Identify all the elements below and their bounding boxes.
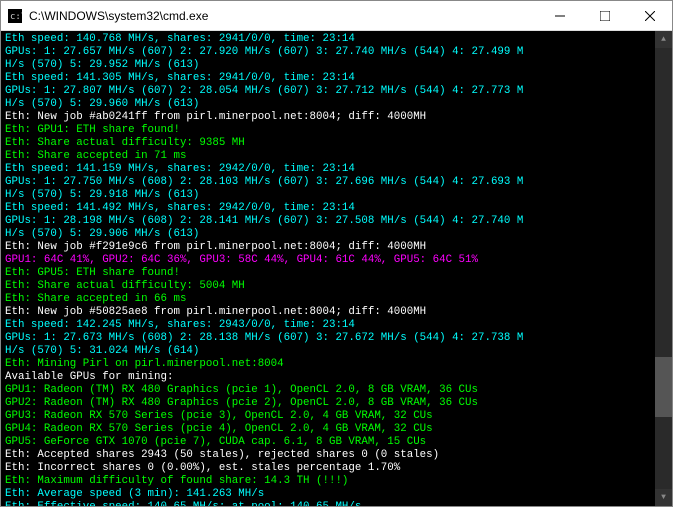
- terminal-line: GPUs: 1: 28.198 MH/s (608) 2: 28.141 MH/…: [5, 215, 651, 228]
- terminal-line: Eth: Share actual difficulty: 9385 MH: [5, 137, 651, 150]
- maximize-icon: [600, 11, 610, 21]
- terminal-line: GPUs: 1: 27.807 MH/s (607) 2: 28.054 MH/…: [5, 85, 651, 98]
- terminal-line: GPU5: GeForce GTX 1070 (pcie 7), CUDA ca…: [5, 436, 651, 449]
- terminal-line: GPU1: 64C 41%, GPU2: 64C 36%, GPU3: 58C …: [5, 254, 651, 267]
- terminal-line: GPU4: Radeon RX 570 Series (pcie 4), Ope…: [5, 423, 651, 436]
- terminal-line: Eth: Share accepted in 71 ms: [5, 150, 651, 163]
- terminal-line: Eth: New job #ab0241ff from pirl.minerpo…: [5, 111, 651, 124]
- vertical-scrollbar[interactable]: ▲ ▼: [655, 31, 672, 506]
- terminal-line: H/s (570) 5: 31.024 MH/s (614): [5, 345, 651, 358]
- terminal-line: Eth speed: 141.159 MH/s, shares: 2942/0/…: [5, 163, 651, 176]
- titlebar[interactable]: c:\ C:\WINDOWS\system32\cmd.exe: [1, 1, 672, 31]
- terminal-output[interactable]: Eth speed: 140.768 MH/s, shares: 2941/0/…: [1, 31, 655, 506]
- terminal-line: Eth: Incorrect shares 0 (0.00%), est. st…: [5, 462, 651, 475]
- terminal-line: H/s (570) 5: 29.952 MH/s (613): [5, 59, 651, 72]
- svg-text:c:\: c:\: [10, 12, 22, 22]
- terminal-line: Eth speed: 140.768 MH/s, shares: 2941/0/…: [5, 33, 651, 46]
- terminal-line: Eth: GPU5: ETH share found!: [5, 267, 651, 280]
- terminal-line: GPUs: 1: 27.673 MH/s (608) 2: 28.138 MH/…: [5, 332, 651, 345]
- terminal-line: Eth: Average speed (3 min): 141.263 MH/s: [5, 488, 651, 501]
- scroll-thumb[interactable]: [655, 357, 672, 417]
- minimize-icon: [555, 11, 565, 21]
- terminal-line: Eth: Share accepted in 66 ms: [5, 293, 651, 306]
- window-controls: [537, 1, 672, 30]
- terminal-line: Eth speed: 142.245 MH/s, shares: 2943/0/…: [5, 319, 651, 332]
- terminal-line: GPU2: Radeon (TM) RX 480 Graphics (pcie …: [5, 397, 651, 410]
- minimize-button[interactable]: [537, 1, 582, 30]
- scroll-track[interactable]: [655, 48, 672, 489]
- terminal-line: Eth: Effective speed: 140.65 MH/s; at po…: [5, 501, 651, 506]
- terminal-line: H/s (570) 5: 29.960 MH/s (613): [5, 98, 651, 111]
- terminal-line: Eth speed: 141.492 MH/s, shares: 2942/0/…: [5, 202, 651, 215]
- terminal-line: Eth: Mining Pirl on pirl.minerpool.net:8…: [5, 358, 651, 371]
- close-icon: [645, 11, 655, 21]
- window-title: C:\WINDOWS\system32\cmd.exe: [29, 9, 537, 23]
- terminal-line: Available GPUs for mining:: [5, 371, 651, 384]
- close-button[interactable]: [627, 1, 672, 30]
- terminal-line: GPU3: Radeon RX 570 Series (pcie 3), Ope…: [5, 410, 651, 423]
- scroll-up-arrow[interactable]: ▲: [655, 31, 672, 48]
- terminal-area: Eth speed: 140.768 MH/s, shares: 2941/0/…: [1, 31, 672, 506]
- terminal-line: Eth speed: 141.305 MH/s, shares: 2941/0/…: [5, 72, 651, 85]
- terminal-line: GPUs: 1: 27.750 MH/s (608) 2: 28.103 MH/…: [5, 176, 651, 189]
- cmd-icon: c:\: [7, 8, 23, 24]
- terminal-line: Eth: Accepted shares 2943 (50 stales), r…: [5, 449, 651, 462]
- scroll-down-arrow[interactable]: ▼: [655, 489, 672, 506]
- terminal-line: H/s (570) 5: 29.918 MH/s (613): [5, 189, 651, 202]
- terminal-line: Eth: New job #50825ae8 from pirl.minerpo…: [5, 306, 651, 319]
- terminal-line: Eth: Maximum difficulty of found share: …: [5, 475, 651, 488]
- terminal-line: GPUs: 1: 27.657 MH/s (607) 2: 27.920 MH/…: [5, 46, 651, 59]
- maximize-button[interactable]: [582, 1, 627, 30]
- terminal-line: H/s (570) 5: 29.906 MH/s (613): [5, 228, 651, 241]
- terminal-line: Eth: GPU1: ETH share found!: [5, 124, 651, 137]
- cmd-window: c:\ C:\WINDOWS\system32\cmd.exe Eth spee…: [0, 0, 673, 507]
- terminal-line: GPU1: Radeon (TM) RX 480 Graphics (pcie …: [5, 384, 651, 397]
- terminal-line: Eth: Share actual difficulty: 5004 MH: [5, 280, 651, 293]
- terminal-line: Eth: New job #f291e9c6 from pirl.minerpo…: [5, 241, 651, 254]
